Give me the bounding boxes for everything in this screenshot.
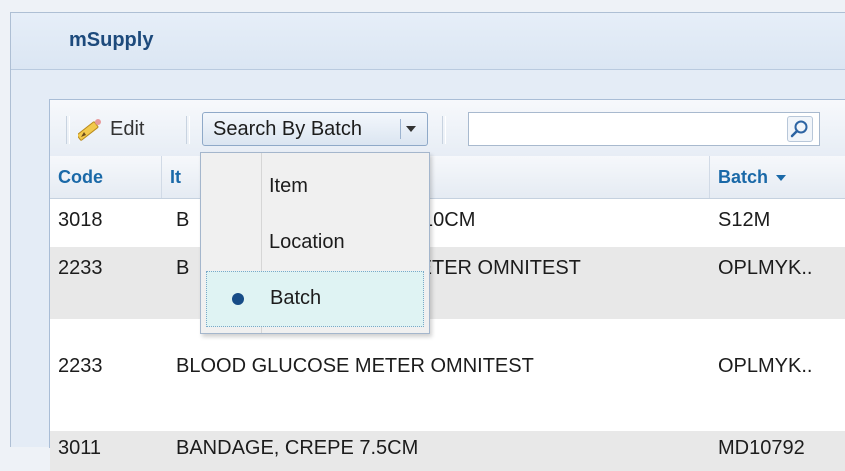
radio-selected-icon — [232, 293, 244, 305]
toolbar-separator — [186, 116, 190, 144]
table-row[interactable]: 2233 B METER OMNITEST OPLMYK.. — [50, 247, 845, 319]
table-row[interactable]: 3018 B 10CM S12M — [50, 199, 845, 247]
column-header-batch[interactable]: Batch — [710, 156, 845, 198]
table-row[interactable]: 3011 BANDAGE, CREPE 7.5CM MD10792 — [50, 431, 845, 471]
search-mode-menu: Item Location Batch — [200, 152, 430, 334]
chevron-down-icon[interactable] — [400, 119, 421, 139]
search-input[interactable] — [468, 112, 820, 146]
search-button[interactable] — [787, 116, 813, 142]
app-title: mSupply — [69, 29, 154, 51]
title-bar: mSupply — [11, 13, 845, 70]
sort-desc-icon — [776, 175, 787, 182]
grid-header: Code It Batch — [50, 156, 845, 199]
search-mode-label: Search By Batch — [213, 118, 362, 140]
edit-button-label: Edit — [110, 117, 145, 140]
table-row[interactable]: 2233 BLOOD GLUCOSE METER OMNITEST OPLMYK… — [50, 319, 845, 431]
menu-item-batch[interactable]: Batch — [206, 271, 424, 327]
grid-panel: Edit Search By Batch Code It Batch 3018 … — [49, 99, 845, 471]
edit-button[interactable]: Edit — [78, 114, 144, 144]
toolbar-separator — [66, 116, 70, 144]
column-header-code[interactable]: Code — [50, 156, 162, 198]
toolbar: Edit Search By Batch — [50, 100, 845, 157]
menu-item-item[interactable]: Item — [201, 159, 429, 215]
menu-item-location[interactable]: Location — [201, 215, 429, 271]
search-mode-select[interactable]: Search By Batch — [202, 112, 428, 146]
search-icon — [790, 120, 808, 138]
pencil-icon — [78, 119, 101, 141]
toolbar-separator — [442, 116, 446, 144]
